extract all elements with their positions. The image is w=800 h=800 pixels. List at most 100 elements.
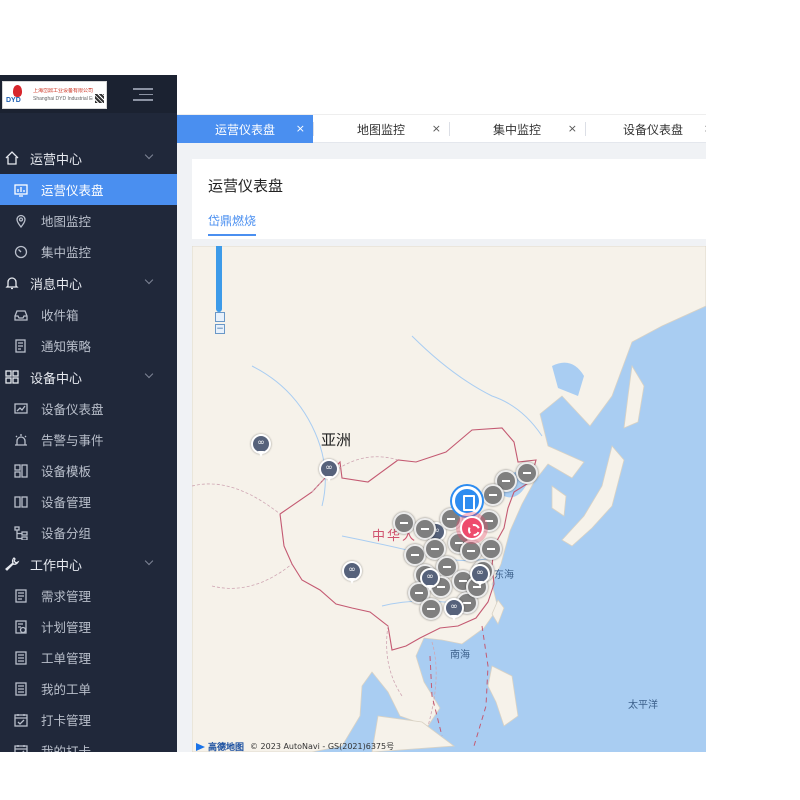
page-title: 运营仪表盘 (208, 177, 284, 195)
sidebar-item-1-0[interactable]: 收件箱 (0, 299, 177, 330)
sidebar-item-2-1[interactable]: 告警与事件 (0, 424, 177, 455)
tab-1[interactable]: 地图监控 × (313, 115, 449, 143)
menu-group-2[interactable]: 设备中心 (0, 361, 177, 393)
menu-group-0[interactable]: 运营中心 (0, 142, 177, 174)
tab-label: 运营仪表盘 (214, 122, 275, 137)
sidebar-item-label: 设备管理 (41, 495, 92, 510)
sidebar-item-label: 我的打卡 (41, 744, 92, 752)
sidebar: DYD 上海岱鼎工业设备有限公司 Shanghai DYD Industrial… (0, 75, 177, 752)
sidebar-item-label: 我的工单 (41, 682, 92, 697)
offline-device-marker[interactable] (420, 598, 442, 620)
sidebar-item-label: 收件箱 (41, 308, 79, 323)
offline-device-marker[interactable] (460, 540, 482, 562)
device-marker-pin[interactable]: ∞ (470, 564, 490, 588)
sidebar-item-0-0[interactable]: 运营仪表盘 (0, 174, 177, 205)
sidebar-item-0-2[interactable]: 集中监控 (0, 236, 177, 267)
sidebar-item-label: 告警与事件 (41, 433, 104, 448)
tab-separator (449, 122, 450, 136)
tab-2[interactable]: 集中监控 × (449, 115, 585, 143)
device-marker-pin[interactable]: ∞ (420, 568, 440, 592)
map-attribution-text: © 2023 AutoNavi - GS(2021)6375号 (250, 742, 395, 751)
amap-logo-icon (196, 742, 205, 751)
alarm-icon (15, 433, 27, 446)
subtab-daiding-burner[interactable]: 岱鼎燃烧 (208, 212, 257, 236)
tree-icon (14, 525, 28, 540)
sidebar-item-label: 设备仪表盘 (41, 402, 104, 417)
menu-group-label: 消息中心 (30, 277, 83, 293)
alarm-marker-icon[interactable] (460, 516, 484, 540)
building-icon[interactable] (452, 486, 482, 516)
chevron-down-icon (144, 275, 154, 285)
tab-label: 地图监控 (356, 122, 405, 137)
sidebar-item-2-3[interactable]: 设备管理 (0, 486, 177, 517)
map-label-asia: 亚洲 (321, 431, 352, 449)
sidebar-item-3-4[interactable]: 打卡管理 (0, 704, 177, 735)
tab-label: 设备仪表盘 (622, 122, 683, 137)
location-icon (16, 214, 26, 228)
tab-label: 集中监控 (492, 122, 541, 137)
logo-text: 上海岱鼎工业设备有限公司 Shanghai DYD Industrial Equ… (33, 88, 93, 102)
sidebar-item-label: 设备模板 (41, 464, 92, 479)
manage-icon (14, 495, 28, 508)
sidebar-item-label: 需求管理 (41, 589, 92, 604)
tab-3[interactable]: 设备仪表盘 × (585, 115, 706, 143)
sidebar-item-3-3[interactable]: 我的工单 (0, 673, 177, 704)
map-label-pacific: 太平洋 (628, 700, 658, 711)
qr-code-icon (95, 93, 104, 103)
dashboard-icon (14, 183, 28, 197)
logo-company-cn: 上海岱鼎工业设备有限公司 (33, 88, 93, 94)
offline-device-marker[interactable] (404, 544, 426, 566)
offline-device-marker[interactable] (414, 518, 436, 540)
doc-icon (15, 588, 27, 603)
menu-group-1[interactable]: 消息中心 (0, 267, 177, 299)
device-marker-pin[interactable]: ∞ (251, 434, 271, 458)
chevron-down-icon (144, 556, 154, 566)
device-marker-pin[interactable]: ∞ (444, 598, 464, 622)
sidebar-item-1-1[interactable]: 通知策略 (0, 330, 177, 361)
offline-device-marker[interactable] (482, 484, 504, 506)
sidebar-item-label: 设备分组 (41, 526, 92, 541)
sidebar-item-3-1[interactable]: 计划管理 (0, 611, 177, 642)
close-icon[interactable]: × (432, 122, 441, 135)
close-icon[interactable]: × (568, 122, 577, 135)
offline-device-marker[interactable] (516, 462, 538, 484)
tab-0[interactable]: 运营仪表盘 × (177, 115, 313, 143)
menu-group-3[interactable]: 工作中心 (0, 548, 177, 580)
zoom-slider-track[interactable] (216, 246, 222, 312)
sidebar-item-3-0[interactable]: 需求管理 (0, 580, 177, 611)
app-frame: DYD 上海岱鼎工业设备有限公司 Shanghai DYD Industrial… (0, 75, 706, 752)
calendar-icon (14, 744, 28, 752)
sidebar-item-3-5[interactable]: 我的打卡 (0, 735, 177, 752)
sidebar-menu: 运营中心运营仪表盘地图监控 集中监控消息中心收件箱通知策略 设备中心设备仪表盘告警与… (0, 142, 177, 752)
flame-icon (13, 85, 22, 97)
map-view[interactable]: 亚洲 中华人 东海 南海 太平洋 − ∞ ∞ ∞ ∞ ∞ ∞ ∞ 高德地图 © … (192, 246, 706, 752)
template-icon (14, 463, 28, 478)
home-icon (5, 151, 19, 165)
sidebar-item-label: 打卡管理 (41, 713, 92, 728)
close-icon[interactable]: × (704, 122, 706, 135)
offline-device-marker[interactable] (393, 512, 415, 534)
inbox-icon (14, 309, 28, 321)
zoom-handle-icon[interactable] (215, 312, 225, 322)
zoom-out-button[interactable]: − (215, 324, 225, 334)
top-header (177, 75, 706, 115)
tab-separator (585, 122, 586, 136)
sidebar-item-0-1[interactable]: 地图监控 (0, 205, 177, 236)
company-logo[interactable]: DYD 上海岱鼎工业设备有限公司 Shanghai DYD Industrial… (2, 81, 107, 109)
sidebar-item-2-2[interactable]: 设备模板 (0, 455, 177, 486)
bell-icon (5, 277, 19, 290)
map-label-south-sea: 南海 (450, 650, 470, 661)
zoom-control[interactable]: − (215, 246, 225, 336)
grid-icon (5, 370, 19, 384)
calendar-icon (14, 713, 28, 727)
device-marker-pin[interactable]: ∞ (319, 459, 339, 483)
sidebar-item-2-4[interactable]: 设备分组 (0, 517, 177, 548)
offline-device-marker[interactable] (480, 538, 502, 560)
menu-collapse-icon[interactable] (133, 88, 153, 101)
sidebar-item-2-0[interactable]: 设备仪表盘 (0, 393, 177, 424)
close-icon[interactable]: × (296, 122, 305, 135)
sidebar-item-3-2[interactable]: 工单管理 (0, 642, 177, 673)
sidebar-item-label: 运营仪表盘 (41, 183, 104, 198)
device-marker-pin[interactable]: ∞ (342, 561, 362, 585)
chevron-down-icon (144, 369, 154, 379)
